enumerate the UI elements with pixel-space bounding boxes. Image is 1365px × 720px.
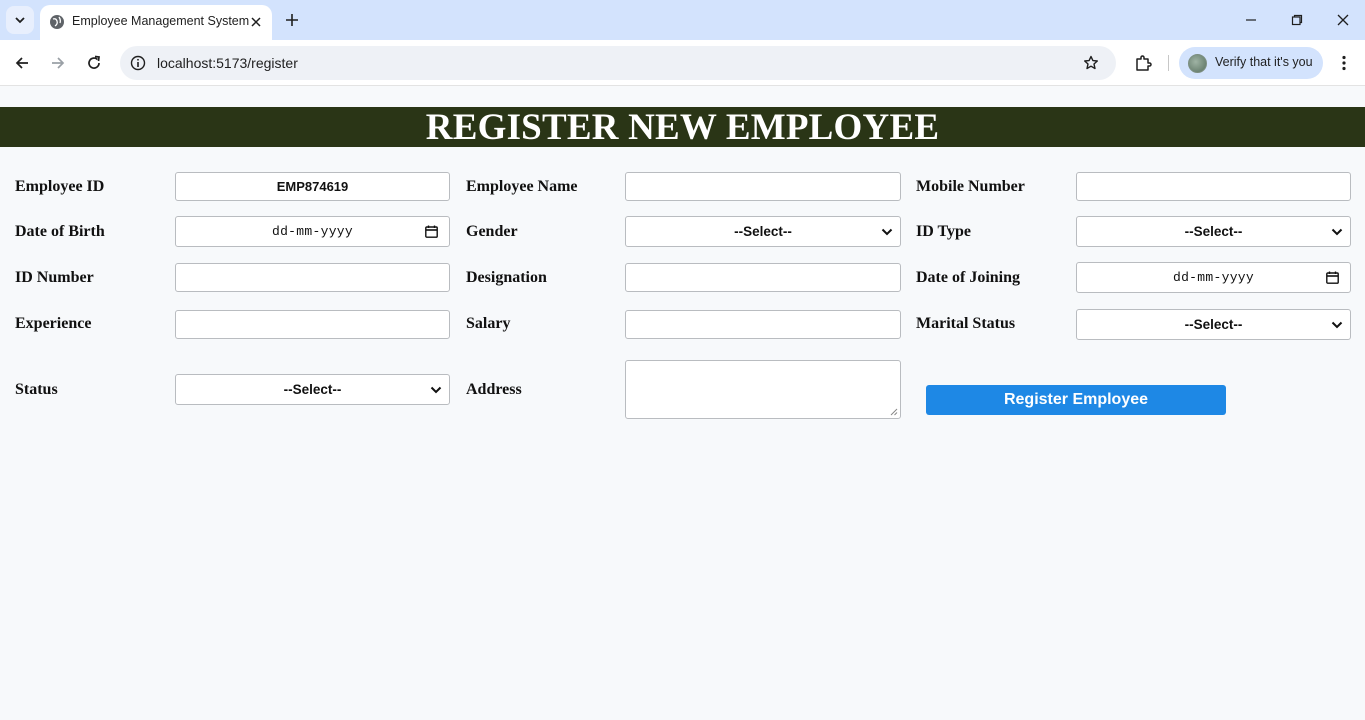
arrow-right-icon — [52, 57, 65, 69]
restore-button[interactable] — [1274, 0, 1320, 40]
reload-icon — [88, 55, 100, 69]
close-icon — [1337, 14, 1349, 26]
url-text: localhost:5173/register — [157, 55, 298, 71]
extensions-button[interactable] — [1130, 50, 1156, 76]
toolbar-divider — [1168, 55, 1169, 71]
browser-menu-button[interactable] — [1332, 50, 1356, 76]
chevron-down-icon — [430, 386, 442, 394]
experience-label: Experience — [15, 315, 92, 332]
employee-id-input[interactable]: EMP874619 — [175, 172, 450, 201]
star-icon — [1084, 55, 1098, 70]
address-label: Address — [466, 381, 522, 398]
address-bar[interactable]: localhost:5173/register — [120, 46, 1116, 80]
globe-icon — [50, 15, 64, 29]
site-info-button[interactable] — [128, 53, 148, 73]
employee-name-input[interactable] — [625, 172, 901, 201]
tab-close-button[interactable] — [247, 13, 265, 31]
employee-name-label: Employee Name — [466, 178, 578, 195]
marital-status-label: Marital Status — [916, 315, 1016, 332]
minimize-icon — [1246, 19, 1256, 21]
status-selected-value: --Select-- — [283, 382, 342, 397]
tab-title: Employee Management System — [72, 14, 250, 28]
date-of-joining-label: Date of Joining — [916, 269, 1020, 286]
new-tab-button[interactable] — [280, 8, 304, 32]
id-type-selected-value: --Select-- — [1184, 224, 1243, 239]
salary-label: Salary — [466, 315, 511, 332]
address-textarea[interactable] — [625, 360, 901, 419]
browser-tab-strip: Employee Management System — [0, 0, 1365, 40]
chevron-down-icon — [1331, 321, 1343, 329]
tab-search-button[interactable] — [6, 6, 34, 34]
info-icon — [130, 55, 146, 71]
profile-label: Verify that it's you — [1215, 55, 1313, 69]
date-of-birth-label: Date of Birth — [15, 223, 105, 240]
gender-selected-value: --Select-- — [734, 224, 792, 239]
mobile-number-label: Mobile Number — [916, 178, 1025, 195]
register-employee-button[interactable]: Register Employee — [926, 385, 1226, 415]
id-number-input[interactable] — [175, 263, 450, 292]
avatar — [1188, 54, 1207, 73]
calendar-icon[interactable] — [1326, 271, 1339, 284]
status-select[interactable]: --Select-- — [175, 374, 450, 405]
browser-toolbar: localhost:5173/register Verify that it's… — [0, 40, 1365, 86]
back-button[interactable] — [8, 49, 36, 77]
more-vert-icon — [1342, 55, 1346, 71]
restore-icon — [1291, 14, 1303, 26]
gender-label: Gender — [466, 223, 518, 240]
marital-status-selected-value: --Select-- — [1184, 317, 1243, 332]
date-of-joining-placeholder: dd-mm-yyyy — [1172, 270, 1254, 285]
id-type-label: ID Type — [916, 223, 971, 240]
date-of-joining-input[interactable]: dd-mm-yyyy — [1076, 262, 1351, 293]
id-type-select[interactable]: --Select-- — [1076, 216, 1351, 247]
mobile-number-input[interactable] — [1076, 172, 1351, 201]
experience-input[interactable] — [175, 310, 450, 339]
date-of-birth-input[interactable]: dd-mm-yyyy — [175, 216, 450, 247]
date-of-birth-placeholder: dd-mm-yyyy — [271, 224, 353, 239]
id-number-label: ID Number — [15, 269, 94, 286]
bookmark-button[interactable] — [1081, 53, 1101, 73]
marital-status-select[interactable]: --Select-- — [1076, 309, 1351, 340]
chevron-down-icon — [1331, 228, 1343, 236]
salary-input[interactable] — [625, 310, 901, 339]
puzzle-icon — [1136, 55, 1152, 71]
chevron-down-icon — [881, 228, 893, 236]
employee-id-label: Employee ID — [15, 178, 105, 195]
status-label: Status — [15, 381, 58, 398]
calendar-icon[interactable] — [425, 225, 438, 238]
forward-button[interactable] — [44, 49, 72, 77]
page-title: REGISTER NEW EMPLOYEE — [425, 106, 940, 148]
gender-select[interactable]: --Select-- — [625, 216, 901, 247]
plus-icon — [286, 14, 298, 26]
designation-label: Designation — [466, 269, 547, 286]
profile-button[interactable]: Verify that it's you — [1179, 47, 1323, 79]
designation-input[interactable] — [625, 263, 901, 292]
arrow-left-icon — [15, 57, 28, 69]
page-header-banner: REGISTER NEW EMPLOYEE — [0, 106, 1365, 148]
reload-button[interactable] — [80, 49, 108, 77]
resize-grip-icon[interactable] — [890, 408, 898, 416]
close-icon — [251, 17, 261, 27]
chevron-down-icon — [15, 17, 25, 24]
minimize-button[interactable] — [1228, 0, 1274, 40]
close-window-button[interactable] — [1320, 0, 1365, 40]
active-tab[interactable]: Employee Management System — [40, 5, 272, 40]
